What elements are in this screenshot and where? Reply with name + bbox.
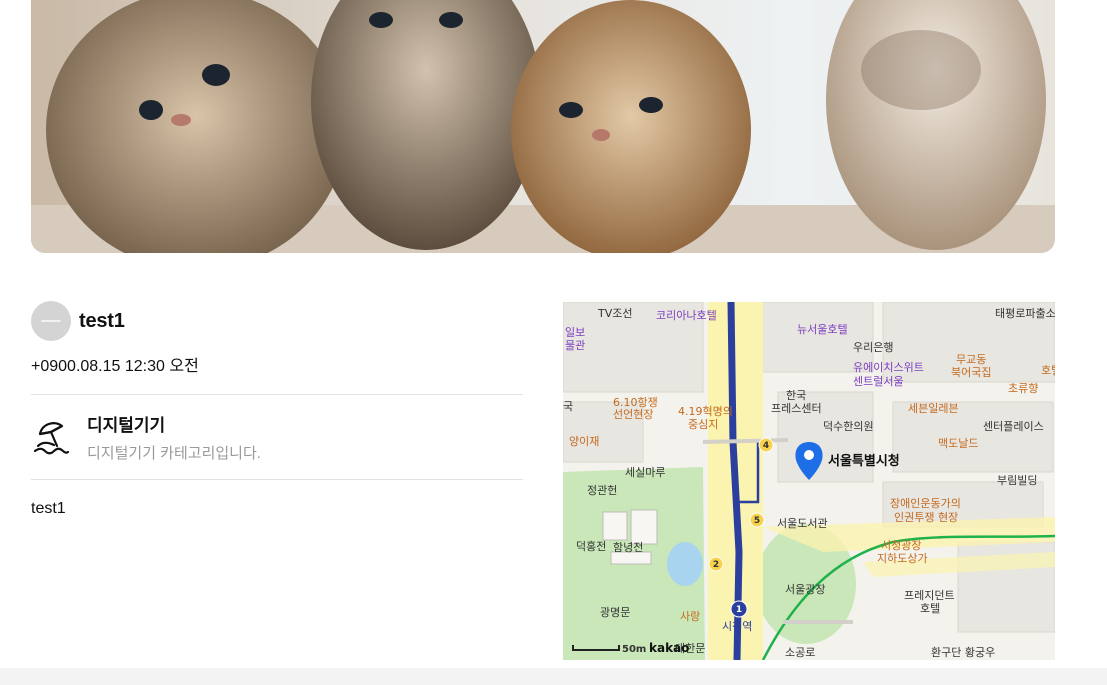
post-datetime: +0900.08.15 12:30 오전 <box>31 358 199 375</box>
svg-text:2: 2 <box>713 560 719 570</box>
map-label: 호텔 <box>920 602 940 615</box>
avatar[interactable] <box>31 301 71 341</box>
map-label: 중심지 <box>688 418 718 431</box>
map-label: 서울도서관 <box>777 517 828 530</box>
map-label: 센터플레이스 <box>983 420 1044 433</box>
map-label: 세븐일레븐 <box>908 401 959 415</box>
divider <box>31 479 523 480</box>
map-label: 세실마루 <box>625 466 665 479</box>
map-marker-label: 서울특별시청 <box>828 453 900 469</box>
map-label: 프레지던트 <box>904 589 955 602</box>
map-label: TV조선 <box>597 307 632 320</box>
map-label: 호텔 <box>1041 364 1055 377</box>
map-label: 물관 <box>565 339 585 352</box>
bottom-bar <box>0 668 1107 685</box>
map-label: 북어국집 <box>951 366 991 379</box>
svg-text:1: 1 <box>736 605 742 615</box>
map-label: 4.19혁명의 <box>678 405 733 418</box>
post-body: test1 <box>31 500 66 517</box>
map-label: 뉴서울호텔 <box>797 323 848 336</box>
map-label: 광명문 <box>600 606 630 619</box>
map-label: 우리은행 <box>853 341 893 354</box>
category-row[interactable]: 디지털기기 디지털기기 카테고리입니다. <box>31 395 523 479</box>
map-label: 센트럴서울 <box>853 375 904 388</box>
map-label: 코리아나호텔 <box>656 309 717 322</box>
map-label: 서울광장 <box>785 583 825 596</box>
svg-text:5: 5 <box>754 516 760 526</box>
map-label: 서청광장 <box>881 539 921 552</box>
map-label: 한국 <box>786 389 806 402</box>
map-label: 선언현장 <box>613 408 653 421</box>
map-label: 태평로파출소 <box>995 307 1055 320</box>
map-label: 인권투쟁 현장 <box>894 511 958 524</box>
map-label: 시청역 <box>722 620 752 633</box>
map-label: 사랑 <box>680 610 700 623</box>
category-description: 디지털기기 카테고리입니다. <box>87 445 261 462</box>
map-scale-label: 50m <box>622 644 646 655</box>
map-label: 양이재 <box>569 435 599 448</box>
author-name: test1 <box>79 309 125 332</box>
post-info: test1 +0900.08.15 12:30 오전 디지털기기 디지털기기 카… <box>31 300 523 518</box>
map-label: 일보 <box>565 325 585 339</box>
map-label: 부림빌딩 <box>997 474 1037 487</box>
map-label: 무교동 <box>956 353 986 366</box>
map-label: 정관헌 <box>587 484 617 497</box>
kakao-logo: kakao <box>649 641 689 655</box>
map-label: 유에이치스위트 <box>853 361 924 374</box>
map-label: 장애인운동가의 <box>890 497 961 510</box>
map-label: 초류향 <box>1008 382 1038 395</box>
category-title: 디지털기기 <box>87 416 166 435</box>
hero-kittens-image <box>31 0 1055 253</box>
map-label: 맥도날드 <box>938 437 978 450</box>
map-label: 프레스센터 <box>771 402 822 415</box>
svg-text:4: 4 <box>763 441 769 451</box>
map-label: 환구단 황궁우 <box>931 646 995 659</box>
author-row: test1 <box>31 300 523 342</box>
map-label: 소공로 <box>785 646 815 659</box>
map-label: 덕홍전 <box>576 539 606 553</box>
map-label: 덕수한의원 <box>823 420 874 433</box>
map-label: 국 <box>563 400 573 413</box>
beach-umbrella-icon <box>31 417 71 457</box>
location-map[interactable]: TV조선 코리아나호텔 뉴서울호텔 태평로파출소 우리은행 일보 물관 6.10… <box>563 302 1055 660</box>
map-label: 함녕전 <box>613 541 643 554</box>
map-label: 지하도상가 <box>877 551 928 565</box>
